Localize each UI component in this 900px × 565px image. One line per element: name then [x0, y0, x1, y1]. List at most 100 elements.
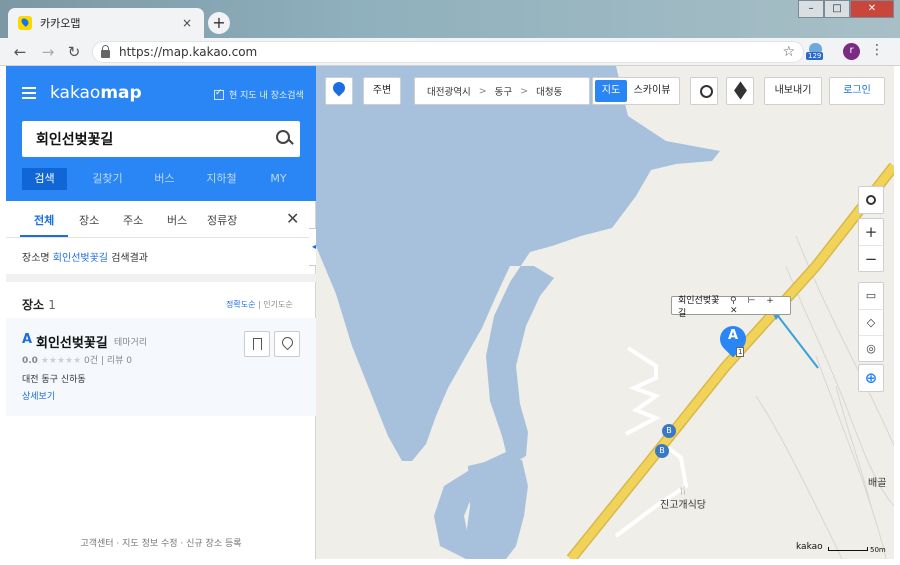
checkbox-label: 현 지도 내 장소검색 [229, 91, 304, 101]
restaurant-label[interactable]: 진고개식당 [660, 496, 706, 511]
bus-stop-icon[interactable]: B [655, 444, 669, 458]
new-tab-button[interactable]: + [208, 12, 230, 34]
summary-keyword: 회인선벚꽃길 [52, 253, 108, 264]
sort-accuracy[interactable]: 정확도순 [226, 300, 255, 309]
url-text: https://map.kakao.com [119, 45, 258, 59]
place-category: 테마거리 [114, 338, 148, 348]
nearby-button[interactable]: 주변 [363, 77, 401, 105]
tab-search[interactable]: 검색 [22, 168, 67, 190]
search-input[interactable]: 회인선벚꽃길 [36, 129, 270, 149]
search-box[interactable]: 회인선벚꽃길 [22, 121, 300, 157]
zoom-out-button[interactable]: − [859, 245, 883, 271]
forward-icon[interactable]: → [38, 42, 58, 62]
list-item[interactable]: A 회인선벚꽃길 테마거리 0.0 ★★★★★ 0건 | 리뷰 0 대전 동구 … [6, 318, 316, 416]
map-area-search-checkbox[interactable]: 현 지도 내 장소검색 [214, 88, 304, 101]
extension-badge: 129 [806, 52, 824, 60]
search-icon[interactable] [270, 124, 300, 154]
panel-footer[interactable]: 고객센터 · 지도 정보 수정 · 신규 장소 등록 [6, 536, 316, 549]
add-place-icon[interactable]: ⊕ [859, 365, 883, 391]
extension-button[interactable]: 129 [806, 42, 826, 62]
location-pin-icon[interactable] [274, 331, 300, 357]
scale-label: 50m [870, 546, 886, 554]
place-rating: 0.0 ★★★★★ 0건 | 리뷰 0 [22, 356, 132, 366]
mode-tabs: 검색 길찾기 버스 지하철 MY [22, 168, 307, 190]
place-info-popup[interactable]: 회인선벚꽃길 ⚲ ⊢ + ✕ [671, 296, 791, 319]
filter-bus[interactable]: 버스 [167, 212, 187, 228]
close-icon[interactable]: ✕ [286, 209, 299, 228]
sort-popularity[interactable]: 인기도순 [263, 300, 292, 309]
tab-title: 카카오맵 [40, 17, 81, 30]
map-type-map[interactable]: 지도 [595, 80, 627, 102]
cloud-icon [809, 43, 822, 52]
profile-avatar[interactable]: r [843, 43, 860, 60]
map-type-toggle: 지도 스카이뷰 [592, 77, 680, 105]
locate-me-icon[interactable] [859, 187, 883, 213]
window-close-button[interactable]: ✕ [850, 0, 894, 18]
breadcrumb: 대전광역시 > 동구 > 대청동 [414, 77, 590, 105]
checkbox-icon [214, 88, 224, 100]
bookmark-icon[interactable] [244, 331, 270, 357]
browser-tab[interactable]: 카카오맵 × [8, 8, 204, 38]
road-number-label: 1 [736, 347, 745, 357]
layers-icon[interactable] [726, 77, 754, 105]
detail-link[interactable]: 상세보기 [22, 389, 55, 402]
maximize-button[interactable]: □ [824, 0, 850, 18]
scale-bar [828, 547, 868, 551]
ruler-icon[interactable]: ▭ [859, 283, 883, 309]
panel-header: kakaomap 현 지도 내 장소검색 회인선벚꽃길 검색 길찾기 버스 지하… [6, 66, 316, 201]
map-graphics [316, 66, 894, 559]
place-address: 대전 동구 신하동 [22, 375, 86, 385]
filter-stop[interactable]: 정류장 [207, 212, 237, 228]
radius-measure-icon[interactable]: ◎ [859, 335, 883, 361]
breadcrumb-district[interactable]: 동구 [495, 84, 512, 98]
browser-menu-icon[interactable]: ⋮ [870, 42, 884, 58]
popup-action-icons[interactable]: ⚲ ⊢ + ✕ [730, 296, 790, 316]
address-bar[interactable]: https://map.kakao.com ☆ [92, 41, 804, 63]
restaurant-icon: 🍴 [678, 486, 688, 495]
sort-options: 정확도순 | 인기도순 [226, 300, 293, 309]
add-place-control: ⊕ [858, 364, 884, 392]
area-measure-icon[interactable]: ◇ [859, 309, 883, 335]
breadcrumb-dong[interactable]: 대청동 [536, 84, 562, 98]
result-summary: 장소명 회인선벚꽃길 검색결과 [22, 253, 148, 264]
export-button[interactable]: 내보내기 [764, 77, 822, 105]
locate-control [858, 186, 884, 214]
lock-icon [101, 45, 110, 58]
result-marker-letter: A [22, 332, 33, 347]
filter-address[interactable]: 주소 [123, 212, 143, 228]
roadview-icon[interactable] [690, 77, 718, 105]
login-button[interactable]: 로그인 [829, 77, 885, 105]
filter-place[interactable]: 장소 [79, 212, 99, 228]
tab-close-icon[interactable]: × [180, 16, 194, 30]
window-controls: – □ ✕ [798, 0, 894, 18]
kakaomap-logo[interactable]: kakaomap [50, 83, 142, 103]
map-type-skyview[interactable]: 스카이뷰 [627, 80, 677, 102]
zoom-control: + − [858, 218, 884, 272]
lake-lower-lobe [466, 458, 528, 559]
tab-bus[interactable]: 버스 [136, 168, 193, 190]
places-heading: 장소 1 [22, 298, 56, 312]
breadcrumb-city[interactable]: 대전광역시 [427, 84, 471, 98]
bus-stop-icon[interactable]: B [662, 424, 676, 438]
result-filter-tabs: 전체 장소 주소 버스 정류장 ✕ [6, 201, 316, 238]
place-name-link[interactable]: 회인선벚꽃길 [36, 332, 108, 351]
tools-control: ▭ ◇ ◎ [858, 282, 884, 362]
reload-icon[interactable]: ↻ [64, 42, 84, 62]
zoom-in-button[interactable]: + [859, 219, 883, 245]
annotation-arrow-line [777, 315, 819, 369]
divider [6, 274, 316, 282]
tab-subway[interactable]: 지하철 [193, 168, 250, 190]
tab-my[interactable]: MY [250, 168, 307, 190]
filter-all[interactable]: 전체 [34, 212, 54, 228]
minimize-button[interactable]: – [798, 0, 824, 18]
tab-directions[interactable]: 길찾기 [79, 168, 136, 190]
kakaomap-favicon-icon [18, 16, 32, 30]
hamburger-menu-icon[interactable] [22, 87, 36, 102]
browser-titlebar: 카카오맵 × + – □ ✕ [0, 0, 900, 38]
current-location-icon[interactable] [325, 77, 353, 105]
map-canvas[interactable]: 주변 대전광역시 > 동구 > 대청동 지도 스카이뷰 내보내기 로그인 + −… [316, 66, 894, 559]
back-icon[interactable]: ← [10, 42, 30, 62]
popup-place-name: 회인선벚꽃길 [678, 295, 720, 319]
kakao-logo: kakao [796, 542, 823, 552]
bookmark-star-icon[interactable]: ☆ [782, 44, 795, 60]
